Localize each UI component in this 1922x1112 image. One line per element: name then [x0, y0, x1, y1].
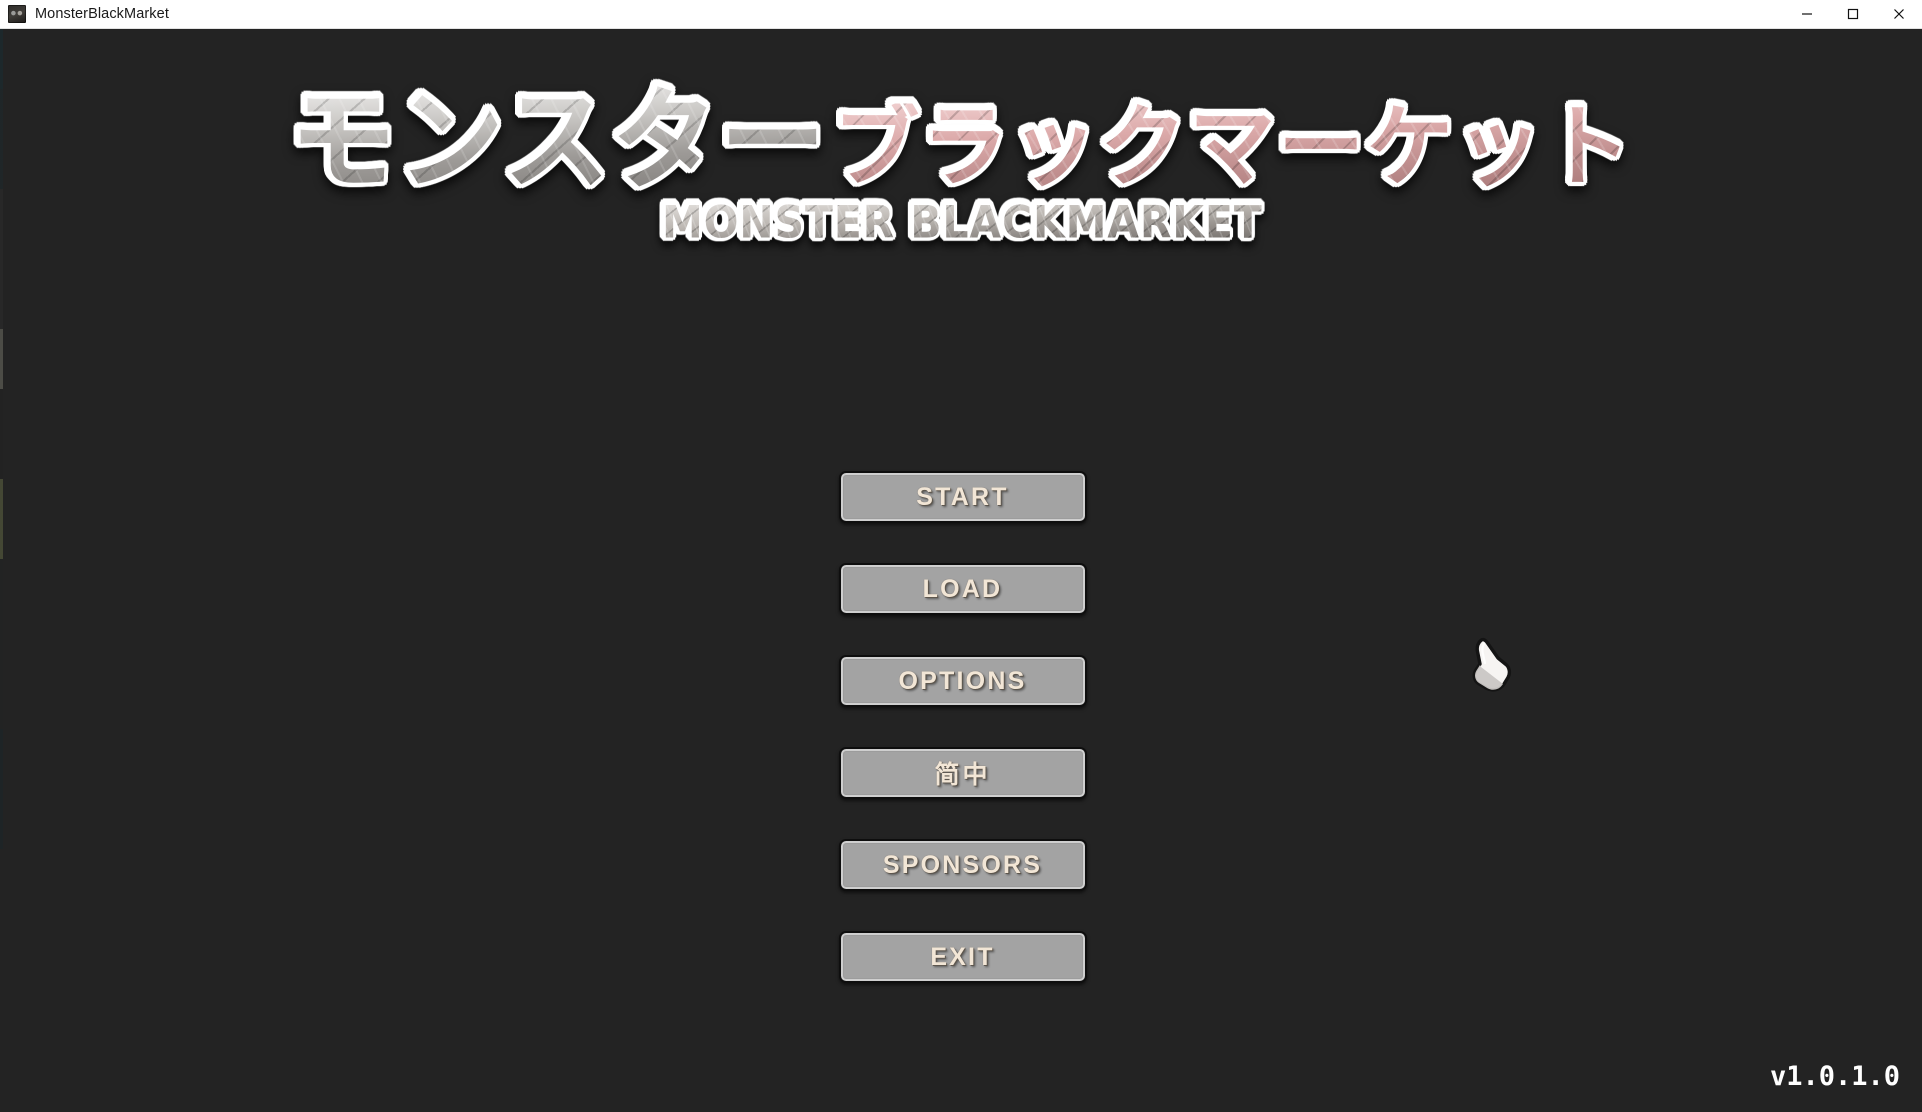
app-icon	[8, 5, 26, 23]
close-button[interactable]	[1876, 0, 1922, 29]
menu-label-options: OPTIONS	[898, 666, 1027, 695]
maximize-button[interactable]	[1830, 0, 1876, 29]
minimize-button[interactable]	[1784, 0, 1830, 29]
application-window: MonsterBlackMarket モンスター ブラックマーケット MONST…	[0, 0, 1922, 1112]
logo-english-subtitle: MONSTER BLACKMARKET	[662, 197, 1263, 249]
window-title-text: MonsterBlackMarket	[35, 6, 169, 22]
menu-label-exit: EXIT	[930, 942, 995, 971]
menu-label-load: LOAD	[922, 574, 1003, 603]
menu-button-language[interactable]: 简中	[838, 747, 1087, 799]
menu-button-options[interactable]: OPTIONS	[838, 655, 1087, 707]
logo-japanese-line-1: モンスター	[290, 76, 829, 206]
menu-label-language: 简中	[934, 760, 991, 789]
version-label: v1.0.1.0	[1769, 1061, 1900, 1092]
game-title-logo: モンスター ブラックマーケット MONSTER BLACKMARKET	[3, 76, 1922, 249]
menu-button-load[interactable]: LOAD	[838, 563, 1087, 615]
menu-button-exit[interactable]: EXIT	[838, 931, 1087, 983]
menu-label-sponsors: SPONSORS	[882, 850, 1043, 879]
menu-button-sponsors[interactable]: SPONSORS	[838, 839, 1087, 891]
close-icon	[1894, 9, 1904, 19]
menu-button-start[interactable]: START	[838, 471, 1087, 523]
logo-japanese-line-2: ブラックマーケット	[833, 96, 1635, 200]
menu-label-start: START	[916, 482, 1009, 511]
main-menu: START LOAD OPTIONS 简中 SPONSORS EXIT	[838, 471, 1087, 983]
game-canvas: モンスター ブラックマーケット MONSTER BLACKMARKET STAR…	[3, 29, 1922, 1112]
minimize-icon	[1802, 13, 1812, 15]
maximize-icon	[1847, 8, 1859, 20]
window-controls	[1784, 0, 1922, 29]
pointing-hand-cursor	[1472, 637, 1512, 692]
window-title-bar[interactable]: MonsterBlackMarket	[0, 0, 1922, 29]
